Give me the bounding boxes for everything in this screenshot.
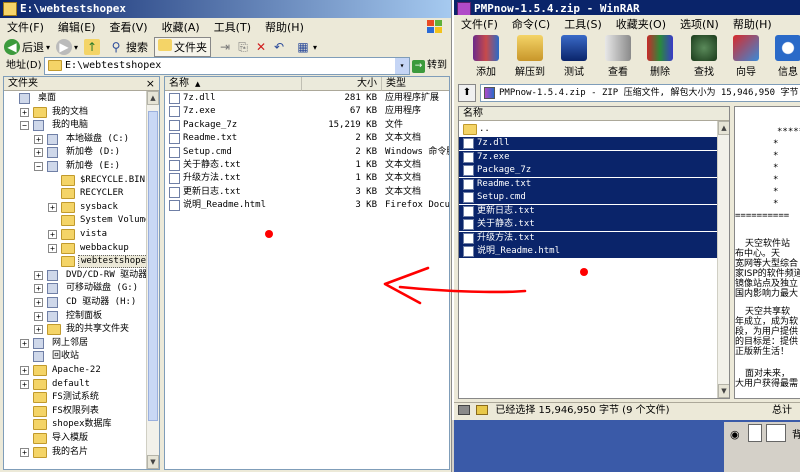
annotation-arrow-head	[383, 266, 430, 305]
annotation-arrow-shaft	[398, 285, 527, 294]
annotation-dot-left	[265, 230, 273, 238]
annotation-dot-right	[580, 268, 588, 276]
drag-annotation-arrow	[265, 230, 588, 305]
